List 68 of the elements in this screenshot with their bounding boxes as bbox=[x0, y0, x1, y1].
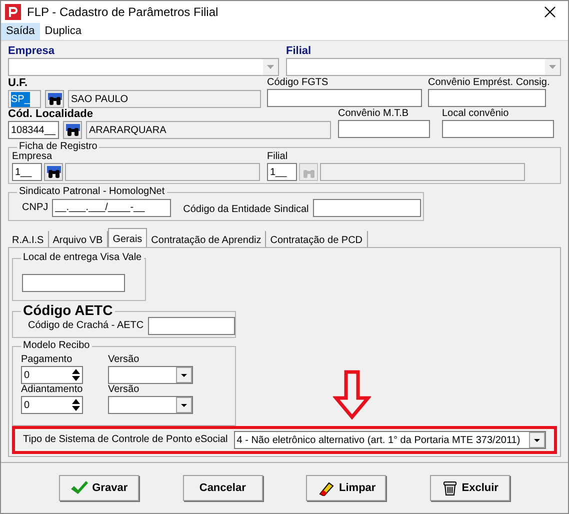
input-field[interactable] bbox=[338, 120, 430, 138]
field-label: CNPJ bbox=[22, 202, 48, 214]
field-label: Código de Crachá - AETC bbox=[28, 320, 144, 332]
field-label: Adiantamento bbox=[21, 384, 83, 396]
field-label: Empresa bbox=[12, 151, 54, 163]
input-field[interactable]: 108344__ bbox=[8, 121, 59, 139]
lookup-button[interactable] bbox=[45, 90, 64, 108]
binoculars-icon bbox=[48, 92, 62, 106]
action-button[interactable]: Excluir bbox=[430, 475, 510, 501]
field-label: Convênio M.T.B bbox=[338, 108, 410, 120]
group-title: Ficha de Registro bbox=[17, 141, 100, 153]
app-logo-icon bbox=[5, 4, 21, 20]
tab[interactable]: Contratação de Aprendiz bbox=[147, 231, 266, 247]
action-button[interactable]: Gravar bbox=[58, 475, 139, 501]
field-label: U.F. bbox=[8, 77, 29, 90]
checkmark-icon bbox=[70, 480, 88, 496]
field-label: Versão bbox=[108, 384, 140, 396]
window-title: FLP - Cadastro de Parâmetros Filial bbox=[27, 4, 220, 21]
eraser-icon bbox=[317, 480, 336, 496]
input-field[interactable] bbox=[312, 198, 421, 216]
dropdown[interactable] bbox=[286, 58, 561, 76]
input-field[interactable] bbox=[442, 120, 554, 138]
lookup-button[interactable] bbox=[63, 121, 82, 139]
lookup-button[interactable] bbox=[44, 163, 63, 181]
field-label: Pagamento bbox=[21, 354, 74, 366]
group-title: Local de entrega Visa Vale bbox=[21, 252, 144, 264]
tab[interactable]: R.A.I.S bbox=[8, 231, 49, 247]
input-field[interactable] bbox=[22, 274, 125, 292]
dropdown[interactable] bbox=[108, 396, 193, 414]
input-field[interactable] bbox=[320, 163, 525, 181]
menu-item[interactable]: Duplica bbox=[40, 23, 86, 40]
field-label: Filial bbox=[286, 45, 312, 58]
field-label: Local convênio bbox=[442, 108, 510, 120]
field-label: Tipo de Sistema de Controle de Ponto eSocial bbox=[23, 434, 228, 446]
trash-can-icon bbox=[442, 480, 458, 496]
spinner-arrows-icon bbox=[70, 367, 82, 383]
action-button[interactable]: Cancelar bbox=[182, 475, 263, 501]
input-field[interactable] bbox=[267, 89, 422, 107]
field-label: Código FGTS bbox=[267, 77, 330, 89]
close-icon[interactable] bbox=[544, 6, 556, 18]
binoculars-icon bbox=[66, 124, 80, 136]
spinner-arrows-icon bbox=[70, 397, 82, 413]
field-label: Empresa bbox=[8, 45, 56, 58]
tab[interactable]: Gerais bbox=[108, 228, 148, 247]
input-field[interactable]: SP_ bbox=[8, 90, 41, 108]
input-field[interactable]: SAO PAULO bbox=[68, 90, 261, 108]
menu-item[interactable]: Saída bbox=[1, 23, 40, 40]
dropdown[interactable]: 4 - Não eletrônico alternativo (art. 1° da Portaria MTE 373/2011) bbox=[234, 431, 546, 449]
field-label: Convênio Emprést. Consig. bbox=[428, 77, 550, 89]
spin-field[interactable]: 0 bbox=[21, 366, 83, 384]
group-title: Sindicato Patronal - HomologNet bbox=[17, 186, 167, 198]
input-field[interactable] bbox=[428, 89, 546, 107]
down-arrow-icon bbox=[332, 370, 370, 420]
input-field[interactable] bbox=[148, 316, 235, 334]
tab[interactable]: Contratação de PCD bbox=[266, 231, 368, 247]
input-field[interactable] bbox=[65, 163, 260, 181]
dropdown[interactable] bbox=[8, 58, 279, 76]
field-label: Versão bbox=[108, 354, 140, 366]
input-field[interactable]: ARARARQUARA bbox=[86, 121, 331, 139]
field-label: Cód. Localidade bbox=[8, 108, 94, 121]
binoculars-icon bbox=[46, 166, 60, 178]
input-field[interactable]: __.___.___/____-__ bbox=[52, 198, 172, 216]
dropdown[interactable] bbox=[108, 366, 193, 384]
action-button[interactable]: Limpar bbox=[306, 475, 386, 501]
field-label: Código da Entidade Sindical bbox=[183, 204, 309, 214]
input-field[interactable]: 1__ bbox=[12, 163, 42, 181]
spin-field[interactable]: 0 bbox=[21, 396, 83, 414]
field-label: Filial bbox=[267, 151, 289, 163]
